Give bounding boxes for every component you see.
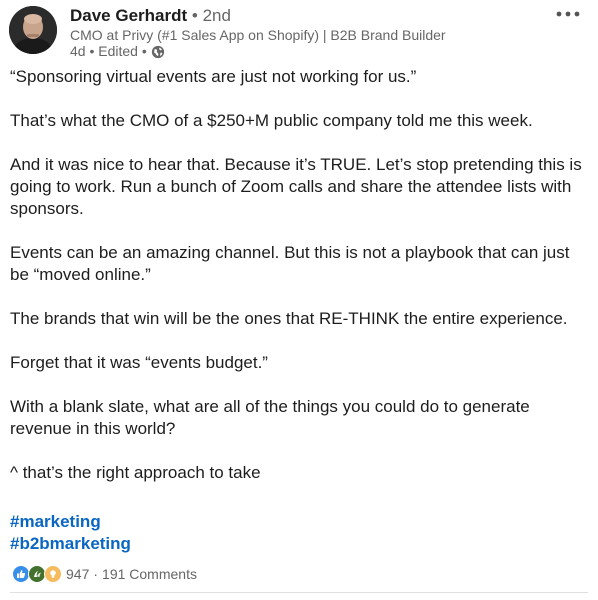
- edited-label: Edited: [98, 43, 138, 59]
- comments-count[interactable]: 191 Comments: [102, 565, 197, 583]
- divider: [10, 592, 588, 593]
- social-counts: 947 · 191 Comments: [12, 565, 197, 583]
- meta-separator: •: [85, 43, 99, 59]
- connection-degree: • 2nd: [191, 6, 231, 25]
- insightful-icon: [44, 565, 62, 583]
- meta-separator: •: [137, 43, 147, 59]
- avatar-photo: [9, 6, 57, 54]
- hashtag-link[interactable]: #b2bmarketing: [10, 533, 131, 555]
- author-name[interactable]: Dave Gerhardt: [70, 6, 187, 25]
- post-paragraph: And it was nice to hear that. Because it…: [10, 155, 582, 218]
- post-paragraph: That’s what the CMO of a $250+M public c…: [10, 111, 533, 130]
- globe-icon: [151, 45, 164, 58]
- post-text: “Sponsoring virtual events are just not …: [10, 66, 590, 506]
- author-avatar[interactable]: [9, 6, 57, 54]
- post-meta: 4d • Edited •: [70, 43, 165, 60]
- count-separator: ·: [93, 566, 99, 582]
- author-headline: CMO at Privy (#1 Sales App on Shopify) |…: [70, 27, 446, 43]
- feed-post: Dave Gerhardt • 2nd CMO at Privy (#1 Sal…: [0, 0, 598, 600]
- post-paragraph: With a blank slate, what are all of the …: [10, 397, 530, 438]
- post-paragraph: “Sponsoring virtual events are just not …: [10, 67, 417, 86]
- ellipsis-icon: [556, 11, 580, 17]
- post-age[interactable]: 4d: [70, 43, 86, 60]
- connection-degree-label: 2nd: [202, 6, 231, 25]
- post-paragraph: Forget that it was “events budget.”: [10, 353, 268, 372]
- hashtag-link[interactable]: #marketing: [10, 511, 131, 533]
- author-name-line: Dave Gerhardt • 2nd: [70, 6, 231, 26]
- hashtag-list: #marketing #b2bmarketing: [10, 511, 131, 555]
- reaction-count[interactable]: 947: [66, 565, 89, 583]
- post-paragraph: Events can be an amazing channel. But th…: [10, 243, 570, 284]
- reaction-icons[interactable]: [12, 565, 62, 583]
- post-paragraph: ^ that’s the right approach to take: [10, 463, 261, 482]
- post-paragraph: The brands that win will be the ones tha…: [10, 309, 568, 328]
- more-options-button[interactable]: [554, 4, 582, 24]
